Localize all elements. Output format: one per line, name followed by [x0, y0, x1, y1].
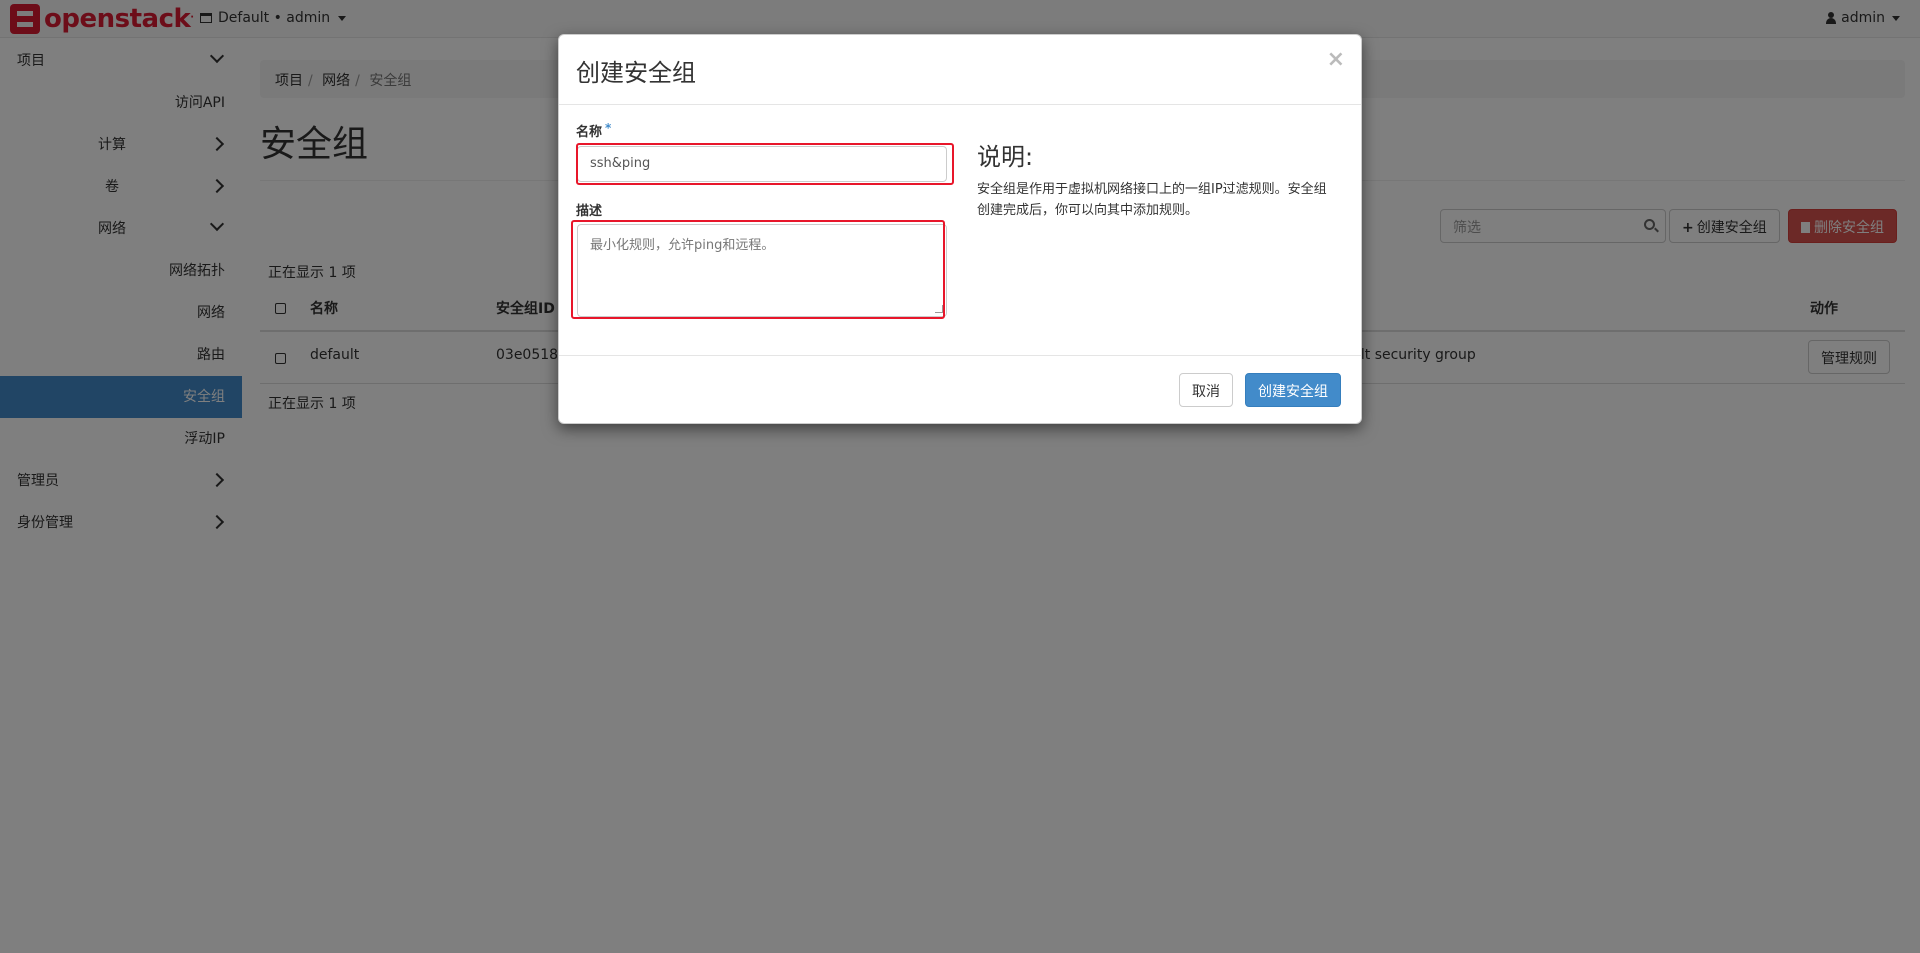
- highlight-box-description: [571, 220, 945, 319]
- create-security-group-modal: 创建安全组 × 名称 * ssh&ping 描述 最小化规则，允许ping和远程。…: [558, 34, 1362, 424]
- description-label: 描述: [576, 204, 603, 219]
- modal-header: 创建安全组 ×: [559, 35, 1361, 105]
- name-label-text: 名称: [576, 125, 603, 140]
- modal-footer: 取消 创建安全组: [559, 355, 1361, 423]
- name-label: 名称 *: [576, 121, 611, 140]
- help-text: 安全组是作用于虚拟机网络接口上的一组IP过滤规则。安全组创建完成后，你可以向其中…: [977, 182, 1327, 218]
- highlight-box-name: [576, 143, 954, 185]
- required-marker: *: [605, 121, 612, 135]
- submit-create-button[interactable]: 创建安全组: [1245, 373, 1341, 407]
- close-icon[interactable]: ×: [1327, 49, 1345, 71]
- help-title: 说明:: [977, 143, 1034, 171]
- cancel-button[interactable]: 取消: [1179, 373, 1233, 407]
- modal-title: 创建安全组: [576, 59, 696, 87]
